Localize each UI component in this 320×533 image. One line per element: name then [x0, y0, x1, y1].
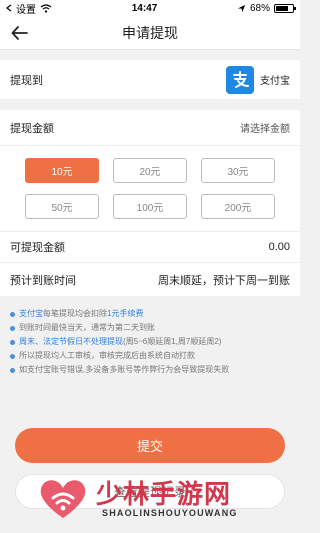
heart-logo-icon	[40, 480, 86, 518]
alipay-method[interactable]: 支付宝	[226, 65, 290, 94]
withdraw-destination-row[interactable]: 提现到 支付宝	[0, 60, 300, 100]
note-text: 到账时间最快当天，通常为第二天到账	[19, 323, 155, 332]
alipay-logo-icon	[226, 65, 254, 94]
amount-options: 10元 20元 30元 50元 100元 200元	[0, 146, 300, 231]
alipay-label: 支付宝	[260, 76, 290, 87]
watermark-subtitle: SHAOLINSHOUYOUWANG	[102, 508, 238, 518]
available-balance-row: 可提现金额 0.00	[0, 231, 300, 263]
note-highlight: 支付宝	[19, 309, 43, 318]
note-text: (周5~6顺延周1,周7顺延周2)	[123, 337, 222, 346]
note-text: 每笔提现均会扣除	[43, 309, 107, 318]
amount-option-200[interactable]: 200元	[201, 194, 275, 219]
amount-option-50[interactable]: 50元	[25, 194, 99, 219]
back-arrow-icon[interactable]	[10, 23, 30, 43]
note-text: 所以提现均人工审核，审核完成后由系统自动打款	[19, 351, 195, 360]
available-value: 0.00	[268, 241, 290, 253]
clock: 14:47	[131, 2, 158, 14]
bullet-icon	[10, 326, 15, 331]
amount-hint: 请选择金额	[240, 124, 290, 135]
site-watermark: 少林手游网 SHAOLINSHOUYOUWANG	[38, 470, 293, 530]
note-text: 如支付宝账号错误,多设备多账号等作弊行为会导致提现失败	[19, 365, 230, 374]
arrival-time-row: 预计到账时间 周末顺延，预计下周一到账	[0, 263, 300, 297]
location-icon	[237, 4, 246, 12]
carrier-label: 设置	[16, 4, 36, 16]
wifi-icon	[40, 3, 52, 13]
bullet-icon	[10, 368, 15, 373]
amount-option-10[interactable]: 10元	[25, 158, 99, 183]
bullet-icon	[10, 312, 15, 317]
bullet-icon	[10, 354, 15, 359]
note-item: 所以提现均人工审核，审核完成后由系统自动打款	[10, 349, 290, 363]
amount-option-100[interactable]: 100元	[113, 194, 187, 219]
arrival-value: 周末顺延，预计下周一到账	[158, 274, 290, 287]
nav-bar: 申请提现	[0, 16, 300, 50]
withdraw-notes: 支付宝每笔提现均会扣除1元手续费 到账时间最快当天，通常为第二天到账 周末、法定…	[0, 297, 300, 377]
note-item: 支付宝每笔提现均会扣除1元手续费	[10, 307, 290, 321]
note-item: 到账时间最快当天，通常为第二天到账	[10, 321, 290, 335]
battery-icon	[274, 3, 296, 13]
bullet-icon	[10, 340, 15, 345]
back-to-app-icon[interactable]	[6, 4, 12, 12]
note-item: 周末、法定节假日不处理提现(周5~6顺延周1,周7顺延周2)	[10, 335, 290, 349]
amount-header-row: 提现金额 请选择金额	[0, 110, 300, 146]
note-item: 如支付宝账号错误,多设备多账号等作弊行为会导致提现失败	[10, 363, 290, 377]
destination-label: 提现到	[10, 74, 43, 87]
battery-percent: 68%	[249, 2, 270, 14]
status-bar: 设置 14:47 68%	[0, 0, 300, 16]
watermark-title: 少林手游网	[96, 480, 232, 510]
note-highlight: 周末、法定节假日不处理提现	[19, 337, 123, 346]
amount-option-20[interactable]: 20元	[113, 158, 187, 183]
amount-label: 提现金额	[10, 122, 54, 135]
arrival-label: 预计到账时间	[10, 274, 76, 287]
page-title: 申请提现	[122, 24, 178, 41]
submit-button[interactable]: 提交	[15, 428, 285, 463]
amount-option-30[interactable]: 30元	[201, 158, 275, 183]
note-highlight: 1元手续费	[107, 309, 144, 318]
available-label: 可提现金额	[10, 242, 65, 254]
